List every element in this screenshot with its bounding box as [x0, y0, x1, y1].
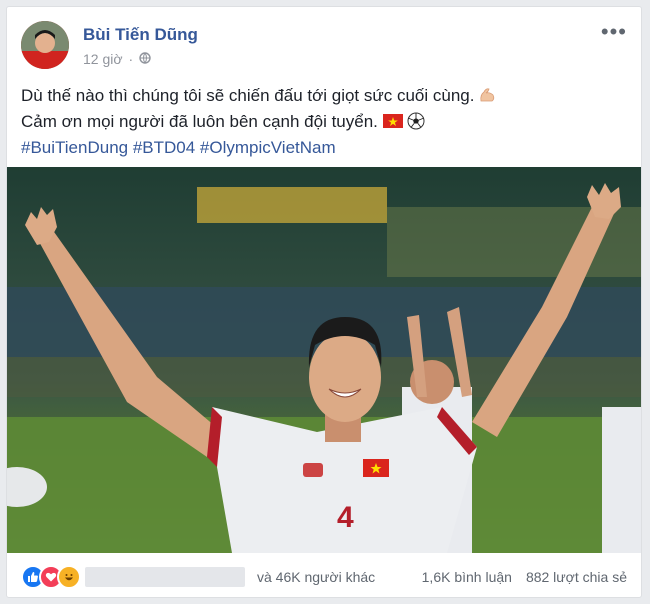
author-name[interactable]: Bùi Tiến Dũng — [83, 25, 198, 45]
post-stats: 1,6K bình luận 882 lượt chia sẻ — [422, 569, 627, 585]
comments-count[interactable]: 1,6K bình luận — [422, 569, 512, 585]
soccer-ball-icon — [407, 112, 425, 131]
post-line-2: Cảm ơn mọi người đã luôn bên cạnh đội tu… — [21, 109, 627, 135]
vietnam-flag-icon — [382, 112, 408, 131]
blurred-names — [85, 567, 245, 587]
reaction-icons[interactable] — [21, 565, 81, 589]
post-text: Dù thế nào thì chúng tôi sẽ chiến đấu tớ… — [21, 83, 627, 161]
muscle-emoji-icon — [479, 86, 497, 105]
jersey-number: 4 — [337, 501, 354, 534]
post-line-1: Dù thế nào thì chúng tôi sẽ chiến đấu tớ… — [21, 83, 627, 109]
author-avatar[interactable] — [21, 21, 69, 69]
post-photo[interactable]: 4 — [7, 167, 641, 553]
post-header: Bùi Tiến Dũng 12 giờ · ••• — [21, 21, 627, 71]
reaction-others[interactable]: và 46K người khác — [257, 569, 375, 585]
post-hashtags[interactable]: #BuiTienDung #BTD04 #OlympicVietNam — [21, 135, 627, 161]
post-time[interactable]: 12 giờ — [83, 51, 123, 67]
dot-separator: · — [128, 51, 134, 67]
shares-count[interactable]: 882 lượt chia sẻ — [526, 569, 627, 585]
more-options-button[interactable]: ••• — [601, 21, 627, 43]
globe-icon[interactable] — [139, 51, 151, 67]
post-meta: 12 giờ · — [83, 51, 151, 67]
haha-reaction-icon — [57, 565, 81, 589]
post-footer: và 46K người khác 1,6K bình luận 882 lượ… — [21, 565, 627, 589]
post-card: Bùi Tiến Dũng 12 giờ · ••• Dù thế nào th… — [6, 6, 642, 598]
